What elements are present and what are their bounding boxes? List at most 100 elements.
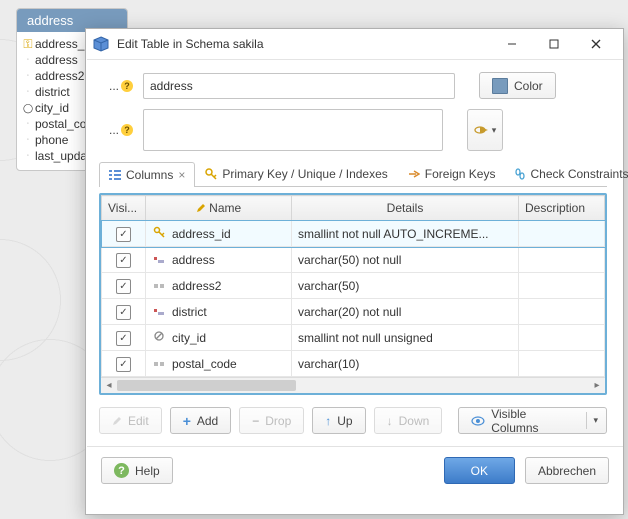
button-label: Visible Columns <box>491 407 576 435</box>
column-name: district <box>35 85 70 99</box>
plus-icon: + <box>183 413 191 429</box>
tab-foreign-keys[interactable]: Foreign Keys <box>398 161 506 186</box>
arrow-up-icon: ↑ <box>325 414 331 428</box>
foreign-key-icon <box>408 169 420 179</box>
column-name: address2 <box>172 279 221 293</box>
button-label: Down <box>399 414 430 428</box>
button-label: Abbrechen <box>538 464 596 478</box>
ok-button[interactable]: OK <box>444 457 515 484</box>
tab-label: Foreign Keys <box>425 167 496 181</box>
table-description-input[interactable] <box>143 109 443 151</box>
visible-checkbox[interactable]: ✓ <box>116 305 131 320</box>
tab-label: Columns <box>126 168 173 182</box>
drop-button[interactable]: −Drop <box>239 407 304 434</box>
arrow-down-icon: ↓ <box>387 414 393 428</box>
titlebar: Edit Table in Schema sakila <box>87 29 623 60</box>
table-row[interactable]: ✓ address2 varchar(50) <box>102 273 605 299</box>
pencil-icon <box>196 203 206 213</box>
column-name: city_id <box>172 331 206 345</box>
column-name: district <box>172 305 207 319</box>
visible-checkbox[interactable]: ✓ <box>116 227 131 242</box>
tab-columns[interactable]: Columns × <box>99 162 195 187</box>
chevron-down-icon: ▾ <box>492 125 497 136</box>
table-row[interactable]: ✓addressvarchar(50) not null <box>102 247 605 273</box>
close-button[interactable] <box>575 30 617 58</box>
column-type-icon: ◦ <box>21 57 35 63</box>
table-row[interactable]: ✓ address_id smallint not null AUTO_INCREM… <box>102 221 605 247</box>
columns-icon <box>109 170 121 180</box>
cancel-button[interactable]: Abbrechen <box>525 457 609 484</box>
visible-checkbox[interactable]: ✓ <box>116 357 131 372</box>
help-button[interactable]: ? Help <box>101 457 173 484</box>
maximize-button[interactable] <box>533 30 575 58</box>
table-row[interactable]: ✓city_idsmallint not null unsigned <box>102 325 605 351</box>
up-button[interactable]: ↑Up <box>312 407 365 434</box>
run-sql-button[interactable]: ▾ <box>467 109 503 151</box>
minus-icon: − <box>252 414 259 428</box>
visible-checkbox[interactable]: ✓ <box>116 331 131 346</box>
column-type-icon <box>152 308 166 316</box>
grid-header-visible[interactable]: Visi... <box>102 196 146 221</box>
help-icon: ? <box>121 80 133 92</box>
column-type-icon <box>152 360 166 368</box>
tab-label: Check Constraints <box>530 167 628 181</box>
tab-bar: Columns × Primary Key / Unique / Indexes… <box>99 161 607 187</box>
grid-header-row: Visi... Name Details Description <box>102 196 605 221</box>
table-name-input[interactable] <box>143 73 455 99</box>
table-row[interactable]: ✓postal_codevarchar(10) <box>102 351 605 377</box>
visible-checkbox[interactable]: ✓ <box>116 253 131 268</box>
minimize-button[interactable] <box>491 30 533 58</box>
column-type-icon <box>152 256 166 264</box>
column-type-icon: ◦ <box>21 73 35 79</box>
column-details: smallint not null AUTO_INCREME... <box>292 221 519 247</box>
color-button-label: Color <box>514 79 543 93</box>
column-type-icon: ◦ <box>21 89 35 95</box>
column-name: postal_code <box>172 357 237 371</box>
visible-checkbox[interactable]: ✓ <box>116 279 131 294</box>
grid-header-details[interactable]: Details <box>292 196 519 221</box>
column-name: address <box>35 53 78 67</box>
tab-label: Primary Key / Unique / Indexes <box>222 167 387 181</box>
column-details: varchar(50) <box>292 273 519 299</box>
app-icon <box>93 36 109 52</box>
edit-button[interactable]: Edit <box>99 407 162 434</box>
column-type-icon: ◦ <box>21 153 35 159</box>
key-icon <box>205 168 217 180</box>
column-type-icon <box>152 226 166 238</box>
button-label: Add <box>197 414 218 428</box>
color-button[interactable]: Color <box>479 72 556 99</box>
column-details: varchar(50) not null <box>292 247 519 273</box>
column-name: address2 <box>35 69 84 83</box>
button-label: OK <box>471 464 488 478</box>
columns-grid: Visi... Name Details Description ✓addres… <box>99 193 607 395</box>
close-tab-icon[interactable]: × <box>178 168 185 182</box>
add-button[interactable]: + Add <box>170 407 232 434</box>
column-type-icon: ◦ <box>21 137 35 143</box>
column-type-icon: ◦ <box>21 121 35 127</box>
grid-header-description[interactable]: Description <box>519 196 605 221</box>
column-description <box>519 325 605 351</box>
eye-icon <box>471 416 485 426</box>
chevron-down-icon: ▾ <box>586 412 604 429</box>
scroll-right-icon[interactable]: ▸ <box>589 380 605 391</box>
tab-primary-key[interactable]: Primary Key / Unique / Indexes <box>195 161 397 186</box>
pencil-icon <box>112 416 122 426</box>
button-label: Help <box>135 464 160 478</box>
desc-label: ...? <box>99 123 133 137</box>
help-icon: ? <box>114 463 129 478</box>
column-description <box>519 273 605 299</box>
down-button[interactable]: ↓ Down <box>374 407 443 434</box>
horizontal-scrollbar[interactable]: ◂ ▸ <box>101 377 605 393</box>
column-type-icon: ◯ <box>21 103 35 114</box>
column-description <box>519 299 605 325</box>
column-description <box>519 351 605 377</box>
visible-columns-button[interactable]: Visible Columns ▾ <box>458 407 607 434</box>
column-name: address_id <box>172 227 231 241</box>
column-type-icon <box>152 282 166 290</box>
grid-header-name[interactable]: Name <box>146 196 292 221</box>
table-row[interactable]: ✓districtvarchar(20) not null <box>102 299 605 325</box>
dialog-footer: ? Help OK Abbrechen <box>87 446 623 494</box>
tab-check-constraints[interactable]: Check Constraints <box>505 161 628 186</box>
scroll-left-icon[interactable]: ◂ <box>101 380 117 391</box>
column-description <box>519 221 605 247</box>
